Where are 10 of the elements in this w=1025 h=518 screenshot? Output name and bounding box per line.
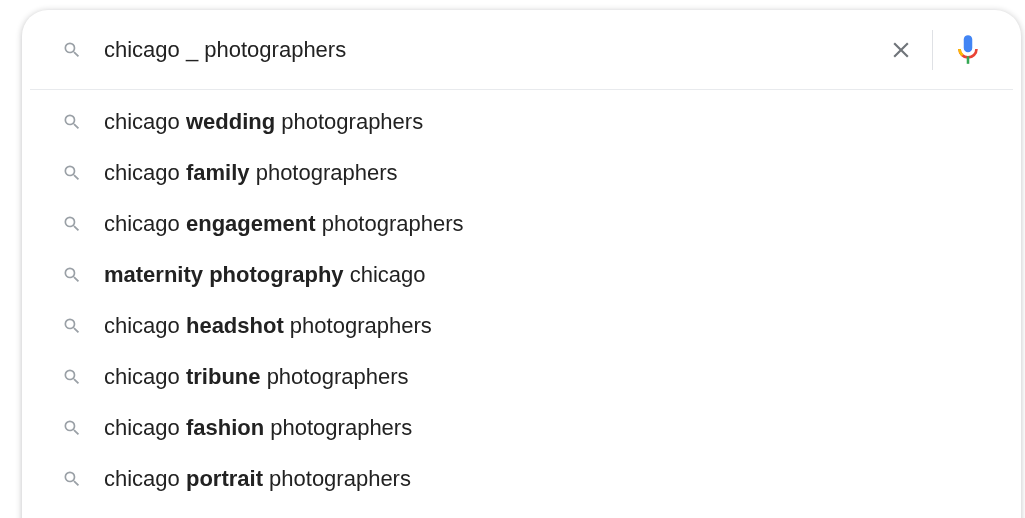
suggestion-item[interactable]: chicago headshot photographers: [104, 309, 432, 342]
suggestion-item[interactable]: maternity photography chicago: [104, 258, 426, 291]
search-field[interactable]: chicago _ photographers: [104, 33, 888, 66]
suggestion-item[interactable]: chicago fashion photographers: [104, 411, 413, 444]
suggestion-item[interactable]: chicago tribune photographers: [104, 360, 409, 393]
suggestion-item[interactable]: chicago engagement photographers: [104, 207, 464, 240]
suggestion-item[interactable]: chicago portrait photographers: [104, 462, 411, 495]
suggestion-item[interactable]: chicago family photographers: [104, 156, 398, 189]
suggestion-item[interactable]: chicago wedding photographers: [104, 105, 424, 138]
microphone-icon[interactable]: [955, 32, 981, 67]
